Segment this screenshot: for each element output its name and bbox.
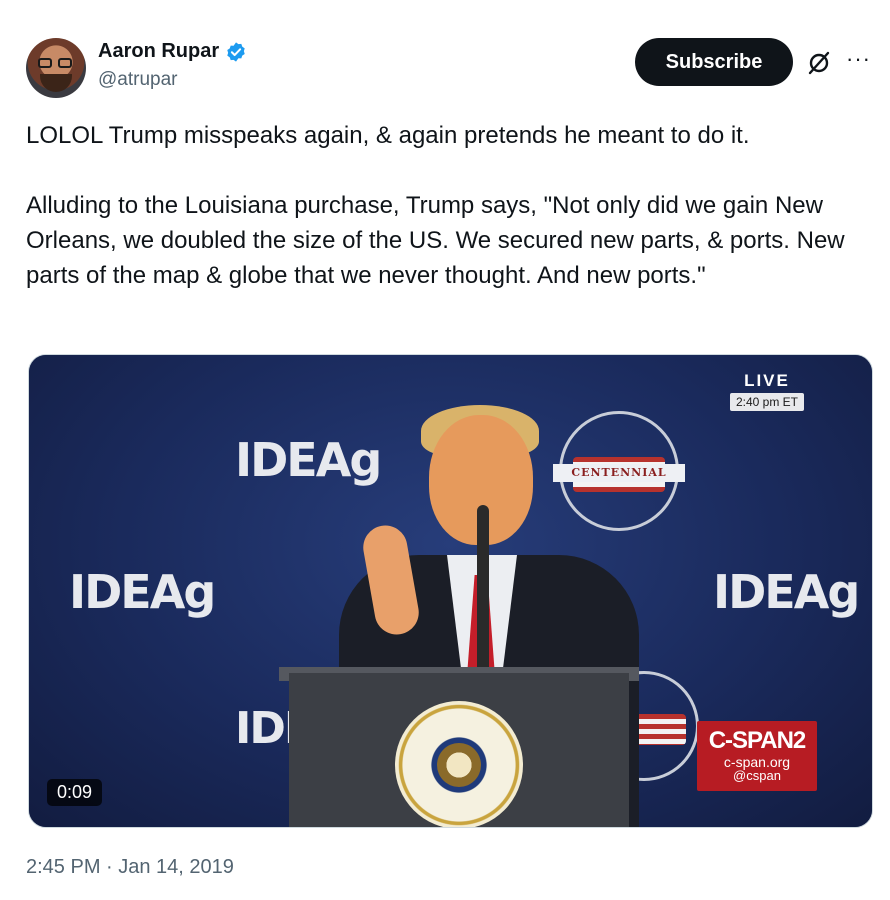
live-indicator: LIVE 2:40 pm ET <box>729 371 804 411</box>
tweet-text: LOLOL Trump misspeaks again, & again pre… <box>26 118 866 293</box>
tweet-paragraph-1: LOLOL Trump misspeaks again, & again pre… <box>26 122 750 149</box>
tweet-paragraph-2: Alluding to the Louisiana purchase, Trum… <box>26 192 845 289</box>
microphone <box>477 505 489 675</box>
presidential-seal <box>395 701 523 827</box>
author-block: Aaron Rupar @atrupar <box>98 40 247 91</box>
verified-badge-icon <box>227 41 245 62</box>
display-name[interactable]: Aaron Rupar <box>98 40 219 63</box>
backdrop-logo: IDEAg <box>69 565 216 619</box>
subscribe-button[interactable]: Subscribe <box>635 38 793 86</box>
avatar[interactable] <box>26 38 86 98</box>
network-handle: @cspan <box>733 768 781 783</box>
video-duration: 0:09 <box>47 779 103 806</box>
video-player[interactable]: IDEAg IDEAg IDEAg IDE CENTENNIAL LIVE 2:… <box>28 354 873 828</box>
backdrop-logo: IDEAg <box>713 565 860 619</box>
tweet-header: Aaron Rupar @atrupar Subscribe ··· <box>26 36 876 100</box>
network-bug: C-SPAN2 c-span.org @cspan <box>697 721 817 791</box>
live-time: 2:40 pm ET <box>729 393 804 411</box>
network-name: C-SPAN2 <box>708 727 807 754</box>
live-label: LIVE <box>744 371 790 390</box>
more-icon[interactable]: ··· <box>846 46 871 72</box>
avatar-beard <box>40 74 72 92</box>
name-row: Aaron Rupar <box>98 40 247 63</box>
network-url: c-span.org <box>723 754 791 770</box>
timestamp-link[interactable]: 2:45 PM · Jan 14, 2019 <box>26 856 234 878</box>
avatar-glasses <box>38 58 74 68</box>
author-handle[interactable]: @atrupar <box>98 69 247 91</box>
grok-icon[interactable] <box>806 50 832 76</box>
tweet-timestamp[interactable]: 2:45 PM · Jan 14, 2019 <box>26 856 234 879</box>
eagle-emblem <box>437 743 481 787</box>
